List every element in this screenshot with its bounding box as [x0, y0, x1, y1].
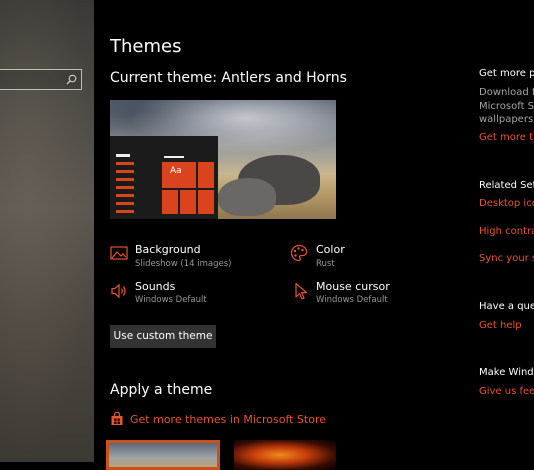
question-heading: Have a ques [479, 301, 534, 312]
speaker-icon [111, 283, 126, 299]
store-link-label: Get more themes in Microsoft Store [130, 413, 327, 426]
page-title: Themes [110, 36, 182, 57]
themes-page: Themes Current theme: Antlers and Horns … [94, 0, 534, 470]
cursor-icon [295, 282, 308, 300]
current-theme-heading: Current theme: Antlers and Horns [110, 70, 347, 86]
option-title: Color [316, 243, 345, 256]
preview-header-line [164, 156, 184, 158]
option-subtitle: Windows Default [135, 295, 207, 305]
preview-tile [162, 190, 178, 214]
search-icon[interactable] [66, 74, 77, 85]
preview-tile [180, 190, 196, 214]
search-input[interactable] [0, 69, 82, 90]
right-panel: Get more pe Download f Microsoft St wall… [479, 0, 534, 462]
related-settings-heading: Related Sett [479, 180, 534, 191]
preview-tile [198, 162, 214, 188]
high-contrast-settings-link[interactable]: High contras [479, 226, 534, 237]
get-help-link[interactable]: Get help [479, 320, 522, 331]
give-feedback-link[interactable]: Give us feed [479, 386, 534, 397]
option-subtitle: Windows Default [316, 295, 388, 305]
theme-thumbnail[interactable] [234, 440, 336, 470]
get-more-text: Download f [479, 87, 534, 98]
preview-menu-lines [116, 154, 134, 218]
picture-icon [110, 246, 128, 260]
preview-tiles: Aa [162, 162, 216, 216]
option-subtitle: Rust [316, 259, 335, 269]
preview-tile-aa: Aa [162, 162, 196, 188]
sync-settings-link[interactable]: Sync your se [479, 253, 534, 264]
option-subtitle: Slideshow (14 images) [135, 259, 232, 269]
get-more-heading: Get more pe [479, 68, 534, 79]
theme-preview: Aa [110, 100, 336, 219]
sidebar [0, 0, 94, 462]
use-custom-theme-button[interactable]: Use custom theme [110, 325, 216, 348]
preview-tile [198, 190, 214, 214]
desktop-icon-settings-link[interactable]: Desktop ico [479, 198, 534, 209]
preview-start-window: Aa [110, 136, 218, 219]
option-title: Sounds [135, 280, 176, 293]
option-title: Background [135, 243, 201, 256]
get-more-text: Microsoft St [479, 101, 534, 112]
palette-icon [290, 244, 308, 262]
apply-theme-heading: Apply a theme [110, 382, 213, 398]
store-bag-icon [111, 412, 123, 425]
make-windows-better-heading: Make Windo [479, 367, 534, 378]
get-more-text: wallpapers, s [479, 114, 534, 125]
option-title: Mouse cursor [316, 280, 390, 293]
preview-rhino-small [218, 178, 276, 216]
theme-thumbnail-selected[interactable] [106, 440, 220, 470]
get-more-link[interactable]: Get more th [479, 132, 534, 143]
